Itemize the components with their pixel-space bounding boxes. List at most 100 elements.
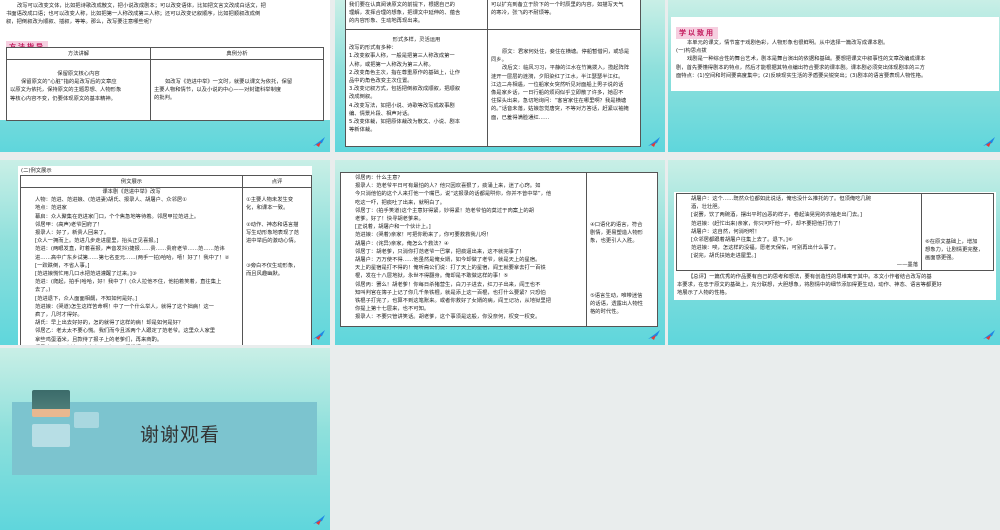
text-line: [众邻居都跟着胡屠户往集上去了。退下。]⑥ xyxy=(691,237,793,244)
decor-square xyxy=(74,412,99,428)
text-line: 邻居丁：胡老爹，只消你打范老爷一巴掌，把痰逼出来，这不就完事了！ xyxy=(355,248,525,255)
comment-line: ④口语化的语言，符合 xyxy=(590,222,643,228)
text-line: 人称，或把第一人称改为第三人称。 xyxy=(349,61,434,68)
summary: 【总评】一篇优秀的作品要有自己的思考和想法，要有创造性的思维寓于其中。本文小作者… xyxy=(677,273,942,298)
slide-thumbnail-7[interactable]: 谢谢观看 xyxy=(0,348,330,530)
text-line: 邻居甲：(高声)老爷回府了！ xyxy=(35,221,103,228)
text-line xyxy=(246,245,308,253)
bird-logo-icon xyxy=(983,330,995,340)
text-line: 书面语改成口语；也可以改变人称，比如把第一人称改成第三人称；还可以改变记叙顺序，… xyxy=(6,11,261,18)
method-table: 方法讲解 典例分析 保留原文核心内容 保留原文的“心脏”指的是改写后的文章应 以原… xyxy=(6,47,324,121)
decor-square xyxy=(32,424,70,447)
text-line: [范进娘慌忙用几口水把范进灌醒了过来。]③ xyxy=(35,271,137,278)
text-line: 幕启：众人聚集在范进家门口，个个焦急地等待着。邻居甲拉范进上。 xyxy=(35,213,200,220)
text-line: 去了。) xyxy=(35,287,51,294)
column-header: 方法讲解 xyxy=(6,47,151,60)
text-line: 今只消他怕的这个人来打他一个嘴巴，说“这报录的话都是哄你，你并不曾中举”，他 xyxy=(355,191,552,198)
text-line: 邻居丁：(拍手笑道)这个主意好得紧，妙得紧！范老爷怕的莫过于肉案上的胡 xyxy=(355,207,534,214)
text-line: 胡屠户：(诧异)亲家，俺怎么个救法？④ xyxy=(355,240,449,247)
slide-thumbnail-3[interactable]: 学以致用 本单元的课文，情节富于戏剧色彩，人物形象也很鲜明。从中选择一篇改写成课… xyxy=(668,0,1000,152)
text-line: ②动作、神态和语言描 xyxy=(246,221,299,228)
text-line: 范进：(两眼发直，盯着喜报，声音发抖)捷报……贵……贵府老爷……范……范讳 xyxy=(35,246,225,253)
text-line: 的内容形象、生动地再现出来。 xyxy=(349,18,424,25)
text-line: 保留原文的“心脏”指的是改写后的文章应 xyxy=(21,79,117,86)
comment-line: ⑤语言生动，唯带迷信 xyxy=(590,292,643,299)
text-line: 3.改变记叙方式，包括把倒叙改成顺叙，把顺叙 xyxy=(349,86,460,93)
bird-logo-icon xyxy=(313,330,325,340)
comment-line: 的话语，透露出人物性 xyxy=(590,300,643,307)
text-line: [一跤跌倒，不省人事。] xyxy=(35,262,90,269)
text-line: 邻居丙：什么主意？ xyxy=(355,175,403,181)
text-line: 写生动形象地表现了范 xyxy=(246,229,299,236)
text-line: 进……高中广东乡试第……第七名亚元……(两手一拍)哈哈，嘻！好了！我中了！② xyxy=(35,254,230,261)
slide-thumbnail-5[interactable]: 邻居丙：什么主意？ 报录人：范老爷平日可有最怕的人？他只因欢喜狠了，痰涌上来，迷了… xyxy=(335,160,665,345)
text-line: 住探头出来，急切地询问：“客官家住在哪里啊？我是横塘 xyxy=(491,98,627,105)
text-line: 而且风趣幽默。 xyxy=(246,270,284,277)
text-line: 江边二舟相遇，一位船家女突然听见对面船上男子说的话 xyxy=(491,81,624,88)
text-line: 可以扩充到备立于阶下的一个时辰里的内容，如描写天气 xyxy=(491,2,624,8)
author-signature: ——墨落 xyxy=(896,261,918,268)
text-line: 酒，壮壮胆。 xyxy=(691,204,723,211)
text-line: 改写的形式有多种： xyxy=(349,45,397,52)
text-line: 的寒冷，张飞的不耐烦等。 xyxy=(491,10,555,17)
text-line: 报录人：不要只管讲笑话。胡老爹，这个事须是这般，你没奈何，权变一权变。 xyxy=(355,314,541,321)
text-line: 的。”话音未落，姑娘忽觉唐突，不等对方答话，赶紧以袖掩 xyxy=(491,106,629,113)
forms-table: 我们要在认真阅读原文的前提下，根据自己的 理解，发挥合理的想象，把课文中延伸的、… xyxy=(345,0,641,147)
text-line: 胡屠户：万万使不得……他虽然是俺女婿，如今却做了老爷，就是天上的星宿。 xyxy=(355,257,541,264)
script-title: 课本剧《范进中举》改写 xyxy=(102,189,161,195)
text-line: 地点：范进家 xyxy=(35,205,67,212)
text-line: 原文：君家何处住，妾住在横塘。停船暂借问，或恐是 xyxy=(502,49,630,55)
text-line: 4.改变写法，如把小说、诗歌等改写成故事剧 xyxy=(349,102,455,109)
text-line: 戏剧是一种综合性的舞台艺术，剧本是舞台演出的依据和基础。要想把课文中叙事性的文章… xyxy=(687,56,926,63)
apply-section: 学以致用 本单元的课文，情节富于戏剧色彩，人物形象也很鲜明。从中选择一篇改写成课… xyxy=(671,17,999,91)
text-line: 剧，首先要懂得剧本的特点，然后才能根据其特点编出符合要求的课本剧。课本剧必须突出… xyxy=(676,64,925,71)
text-line: 面，已羞得满脸通红…… xyxy=(491,114,550,121)
section-label: (二)例文展示 xyxy=(21,168,52,174)
text-line: 地展示了人物的性格。 xyxy=(677,290,730,297)
slide-thumbnail-4[interactable]: (二)例文展示 例文展示 点评 课本剧《范进中举》改写 人物：范进、范进娘、(范进… xyxy=(0,160,330,345)
text-line: 范进娘：唉，怎这样的没福，愿老天保佑，可别再出什么事了。 xyxy=(691,245,840,252)
text-line: 邻居丙：罢么！胡老爹！你每日杀猪营生，白刀子进去，红刀子出来，阎王也不 xyxy=(355,281,541,288)
text-line: 改写可以改变文体，比如把诗歌改成散文，把小说改成剧本；可以改变语体，比如把文言文… xyxy=(17,3,266,9)
text-line: 涟开一层层的涟漪，夕阳染红了江水，半江瑟瑟半江红。 xyxy=(491,73,624,80)
text-line: 铁棍子打完了，也算不到这笔账来。或者你救好了女婿的病，阎王记功，从地狱里把 xyxy=(355,298,551,305)
text-line: 的批判。 xyxy=(154,95,176,102)
text-line: 我们要在认真阅读原文的前提下，根据自己的 xyxy=(349,2,455,8)
text-line: 你提上第十七层来，也不可知。 xyxy=(355,306,430,313)
slide-thumbnail-6[interactable]: 胡屠户：这个……既然众位都如此说话，俺也没什么推托的了。但须俺吃几碗 酒，壮壮胆。… xyxy=(668,160,1000,345)
text-line: 同乡。 xyxy=(491,57,507,64)
bird-logo-icon xyxy=(313,515,325,525)
text-line: 理解，发挥合理的想象，把课文中延伸的、蕴含 xyxy=(349,10,461,17)
text-line: ③旁白不仅生动形象， xyxy=(246,262,299,269)
text-line: 吃这一吓，把痰吐了出来，就明白了。 xyxy=(355,199,446,206)
text-line: 范进娘：(哭着)亲家！可把你盼来了，你可要救救我儿呀！ xyxy=(355,232,492,239)
text-line: 报录人：范老爷平日可有最怕的人？他只因欢喜狠了，痰涌上来，迷了心窍。如 xyxy=(355,183,541,190)
text-line: 5.改变体裁，如把原体裁改为散文、小说、剧本 xyxy=(349,119,460,126)
example-table-continued: 邻居丙：什么主意？ 报录人：范老爷平日可有最怕的人？他只因欢喜狠了，痰涌上来，迷了… xyxy=(340,172,658,327)
text-line: 化，和课本一致。 xyxy=(246,205,289,212)
text-line: 1.改变叙事人称，一般是把第三人称改成第一 xyxy=(349,53,455,60)
column-header: 例文展示 xyxy=(20,175,243,188)
slide-thumbnail-1[interactable]: 改写可以改变文体，比如把诗歌改成散文，把小说改成剧本；可以改变语体，比如把文言文… xyxy=(0,0,330,152)
text-line: 胡氏：早上出去好好的，怎的就得了这样的病！却是如何是好？ xyxy=(35,320,184,327)
text-line: [说罢，饮了两碗酒，摆出平时凶恶的样子，卷起油晃晃的衣袖走出门去。] xyxy=(691,212,862,219)
text-line: 进中举后的激动心情。 xyxy=(246,238,299,245)
comment-line: ⑥在原文基础上，增加 xyxy=(925,239,978,245)
text-line: 胡屠户：这自然，何消吩咐！ xyxy=(691,228,760,235)
text-line: 编、情景片段、相声对话。 xyxy=(349,110,413,117)
text-line: 【总评】一篇优秀的作品要有自己的思考和想法，要有创造性的思维寓于其中。本文小作者… xyxy=(688,274,932,280)
text-line: 面特点：(1)空间和时间要高度集中；(2)反映现实生活的矛盾要尖锐突出；(3)剧… xyxy=(676,72,927,79)
text-line: 等核心内容不变，仍要体现原文的基本精神。 xyxy=(10,95,116,102)
cell-title: 形式多样，灵活运用 xyxy=(392,37,441,43)
text-line: (一)构思点拨 xyxy=(676,48,707,55)
chalkboard-image xyxy=(32,390,70,417)
slide-thumbnail-2[interactable]: 我们要在认真阅读原文的前提下，根据自己的 理解，发挥合理的想象，把课文中延伸的、… xyxy=(335,0,665,152)
text-line: 像是家乡话，一日行船的烦闷似乎立即散了许多，她忍不 xyxy=(491,90,624,97)
comment-line: 象，也更引人入胜。 xyxy=(590,238,638,245)
text-line: 本单元的课文，情节富于戏剧色彩，人物形象也很鲜明。从中选择一篇改写成课本剧。 xyxy=(687,40,889,46)
thank-you-title: 谢谢观看 xyxy=(140,424,221,446)
text-line: 天上的星宿是打不得的！俺听斋公们说：打了天上的星宿，阎王就要拿去打一百铁 xyxy=(355,265,546,272)
comment-line: 画面感更强。 xyxy=(925,255,957,262)
text-line: 2.改变角色主次，指在尊重原作的基础上，让作 xyxy=(349,69,460,76)
bird-logo-icon xyxy=(648,137,660,147)
